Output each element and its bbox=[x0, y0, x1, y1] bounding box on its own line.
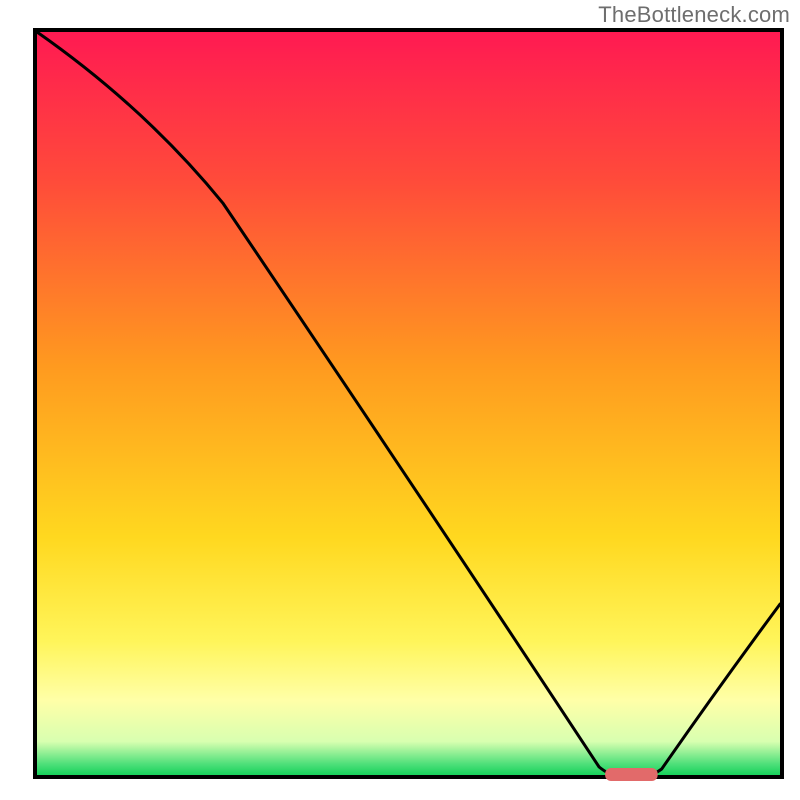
chart-container: TheBottleneck.com bbox=[0, 0, 800, 800]
watermark-text: TheBottleneck.com bbox=[598, 2, 790, 28]
chart-svg bbox=[0, 0, 800, 800]
plot-background bbox=[37, 32, 780, 775]
optimal-range-marker bbox=[605, 768, 658, 781]
